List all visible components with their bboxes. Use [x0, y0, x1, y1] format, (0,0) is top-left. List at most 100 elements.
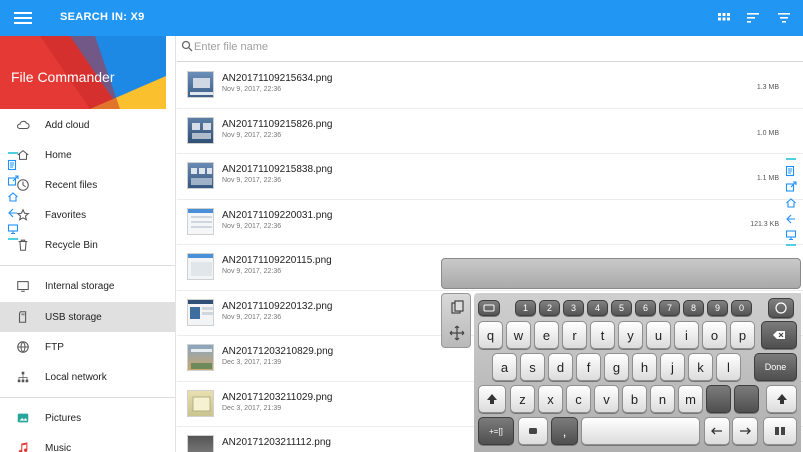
space-key[interactable]	[581, 417, 700, 445]
key-t[interactable]: t	[590, 321, 615, 349]
file-date: Nov 9, 2017, 22:36	[222, 222, 282, 230]
back-arrow-icon[interactable]	[785, 212, 797, 224]
key-d[interactable]: d	[548, 353, 573, 381]
move-cursor-icon[interactable]	[449, 325, 465, 341]
file-date: Nov 9, 2017, 22:36	[222, 313, 282, 321]
key-k[interactable]: k	[688, 353, 713, 381]
keyboard-suggestion-bar[interactable]	[441, 258, 801, 289]
key-p[interactable]: p	[730, 321, 755, 349]
drawer-item-pictures[interactable]: Pictures	[0, 403, 175, 433]
key-g[interactable]: g	[604, 353, 629, 381]
file-date: Nov 9, 2017, 22:36	[222, 131, 282, 139]
key-w[interactable]: w	[506, 321, 531, 349]
keypad-layout-key[interactable]	[763, 417, 797, 445]
key-y[interactable]: y	[618, 321, 643, 349]
filter-icon[interactable]	[776, 10, 792, 26]
drawer-item-home[interactable]: Home	[0, 140, 175, 170]
key-z[interactable]: z	[510, 385, 535, 413]
key-5[interactable]: 5	[611, 300, 632, 316]
external-link-icon[interactable]	[7, 174, 19, 186]
key-q[interactable]: q	[478, 321, 503, 349]
drawer-item-music[interactable]: Music	[0, 433, 175, 452]
key-r[interactable]: r	[562, 321, 587, 349]
drawer-item-internal-storage[interactable]: Internal storage	[0, 271, 175, 301]
key-0[interactable]: 0	[731, 300, 752, 316]
key-i[interactable]: i	[674, 321, 699, 349]
file-row[interactable]: AN20171109215838.png Nov 9, 2017, 22:36 …	[177, 154, 803, 200]
toolbar-handle[interactable]	[8, 238, 18, 240]
cursor-left-key[interactable]	[704, 417, 730, 445]
keyboard-settings-key[interactable]	[478, 300, 500, 316]
key-1[interactable]: 1	[515, 300, 536, 316]
home-shortcut-icon[interactable]	[7, 190, 19, 202]
key-6[interactable]: 6	[635, 300, 656, 316]
file-name: AN20171109215826.png	[222, 118, 333, 130]
key-b[interactable]: b	[622, 385, 647, 413]
backspace-key[interactable]	[761, 321, 797, 349]
file-row[interactable]: AN20171109220031.png Nov 9, 2017, 22:36 …	[177, 199, 803, 245]
key-7[interactable]: 7	[659, 300, 680, 316]
screen-icon[interactable]	[785, 228, 797, 241]
drawer-item-recent-files[interactable]: Recent files	[0, 170, 175, 200]
drawer-header: File Commander	[0, 36, 166, 109]
toolbar-handle[interactable]	[8, 152, 18, 154]
done-key[interactable]: Done	[754, 353, 797, 381]
drawer-item-ftp[interactable]: FTP	[0, 332, 175, 362]
key-8[interactable]: 8	[683, 300, 704, 316]
key-c[interactable]: c	[566, 385, 591, 413]
key-4[interactable]: 4	[587, 300, 608, 316]
key-2[interactable]: 2	[539, 300, 560, 316]
grid-view-icon[interactable]	[716, 10, 732, 26]
file-thumbnail	[187, 435, 214, 452]
comma-key[interactable]: ,	[551, 417, 578, 445]
key-h[interactable]: h	[632, 353, 657, 381]
key-a[interactable]: a	[492, 353, 517, 381]
drawer-item-local-network[interactable]: Local network	[0, 362, 175, 392]
external-link-icon[interactable]	[785, 180, 797, 192]
clipboard-icon[interactable]	[449, 300, 465, 316]
key-u[interactable]: u	[646, 321, 671, 349]
key-v[interactable]: v	[594, 385, 619, 413]
key-s[interactable]: s	[520, 353, 545, 381]
shift-key-left[interactable]	[478, 385, 506, 413]
drawer-item-label: Music	[45, 442, 72, 452]
key-f[interactable]: f	[576, 353, 601, 381]
emoji-key[interactable]	[518, 417, 548, 445]
drawer-item-favorites[interactable]: Favorites	[0, 200, 175, 230]
search-input[interactable]	[194, 39, 594, 55]
key-l[interactable]: l	[716, 353, 741, 381]
key-e[interactable]: e	[534, 321, 559, 349]
file-name: AN20171203211112.png	[222, 437, 331, 448]
edit-icon[interactable]	[7, 158, 19, 171]
menu-icon[interactable]	[14, 9, 32, 27]
punctuation-key[interactable]	[734, 385, 759, 413]
file-name: AN20171109215634.png	[222, 73, 333, 84]
key-n[interactable]: n	[650, 385, 675, 413]
drawer-item-recycle-bin[interactable]: Recycle Bin	[0, 230, 175, 260]
edit-icon[interactable]	[785, 164, 797, 177]
key-3[interactable]: 3	[563, 300, 584, 316]
key-x[interactable]: x	[538, 385, 563, 413]
screen-icon[interactable]	[7, 222, 19, 235]
key-j[interactable]: j	[660, 353, 685, 381]
drawer-item-usb-storage[interactable]: USB storage	[0, 302, 175, 332]
key-m[interactable]: m	[678, 385, 703, 413]
file-row[interactable]: AN20171109215634.png Nov 9, 2017, 22:36 …	[177, 63, 803, 109]
file-row[interactable]: AN20171109215826.png Nov 9, 2017, 22:36 …	[177, 108, 803, 154]
toolbar-handle[interactable]	[786, 244, 796, 246]
sort-icon[interactable]	[745, 10, 761, 26]
network-icon	[15, 369, 31, 385]
key-9[interactable]: 9	[707, 300, 728, 316]
punctuation-key[interactable]	[706, 385, 731, 413]
file-date: Dec 3, 2017, 21:39	[222, 404, 282, 412]
floating-toolbar-right	[784, 156, 798, 248]
key-o[interactable]: o	[702, 321, 727, 349]
shift-key-right[interactable]	[766, 385, 797, 413]
keyboard-help-key[interactable]	[768, 298, 794, 318]
cursor-right-key[interactable]	[732, 417, 758, 445]
drawer-item-add-cloud[interactable]: Add cloud	[0, 110, 175, 140]
home-shortcut-icon[interactable]	[785, 196, 797, 208]
back-arrow-icon[interactable]	[7, 206, 19, 218]
toolbar-handle[interactable]	[786, 158, 796, 160]
symbols-key[interactable]: +=[]	[478, 417, 514, 445]
